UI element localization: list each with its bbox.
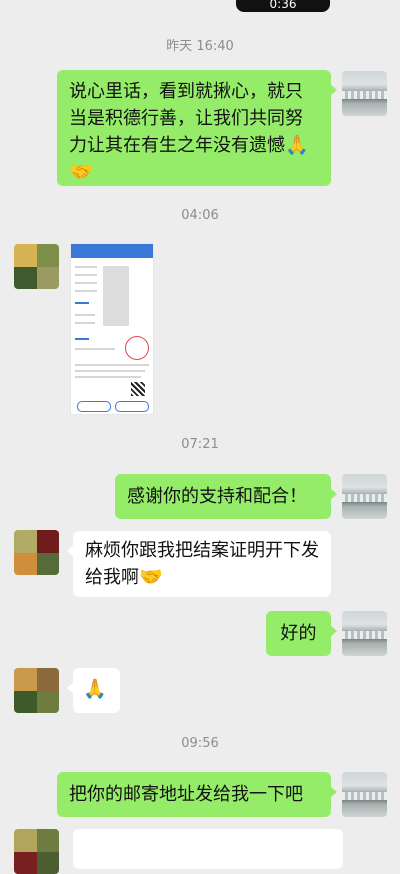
timestamp: 07:21 [181, 437, 219, 452]
timestamp: 04:06 [181, 208, 219, 223]
message-text: 麻烦你跟我把结案证明开下发给我啊 [85, 540, 319, 588]
self-avatar[interactable] [342, 474, 387, 519]
message-text: 好的 [280, 623, 317, 644]
message-bubble-sent[interactable]: 把你的邮寄地址发给我一下吧 [57, 772, 337, 817]
contact-avatar[interactable] [14, 244, 59, 289]
emoji: 🤝 [139, 566, 163, 588]
red-seal-icon [125, 336, 149, 360]
contact-avatar[interactable] [14, 530, 59, 575]
contact-avatar[interactable] [14, 829, 59, 874]
message-bubble-sent[interactable]: 感谢你的支持和配合！ [115, 474, 337, 519]
qr-code-icon [131, 382, 145, 396]
message-text: 把你的邮寄地址发给我一下吧 [69, 784, 303, 805]
message-bubble-received[interactable] [73, 829, 343, 869]
message-bubble-sent[interactable]: 好的 [266, 611, 337, 656]
timestamp: 昨天 16:40 [166, 39, 234, 54]
self-avatar[interactable] [342, 611, 387, 656]
message-text: 说心里话，看到就揪心，就只当是积德行善，让我们共同努力让其在有生之年没有遗憾 [69, 81, 303, 156]
self-avatar[interactable] [342, 772, 387, 817]
timestamp: 09:56 [181, 736, 219, 751]
message-text: 感谢你的支持和配合！ [127, 486, 307, 507]
contact-avatar[interactable] [14, 668, 59, 713]
message-bubble-received[interactable]: 麻烦你跟我把结案证明开下发给我啊🤝 [67, 531, 331, 597]
image-message-document[interactable] [70, 243, 154, 415]
message-bubble-sent[interactable]: 说心里话，看到就揪心，就只当是积德行善，让我们共同努力让其在有生之年没有遗憾🙏🤝 [57, 70, 337, 186]
status-time: 0:36 [236, 0, 330, 12]
self-avatar[interactable] [342, 71, 387, 116]
message-bubble-received[interactable]: 🙏 [67, 668, 120, 713]
emoji: 🙏 [83, 678, 107, 700]
